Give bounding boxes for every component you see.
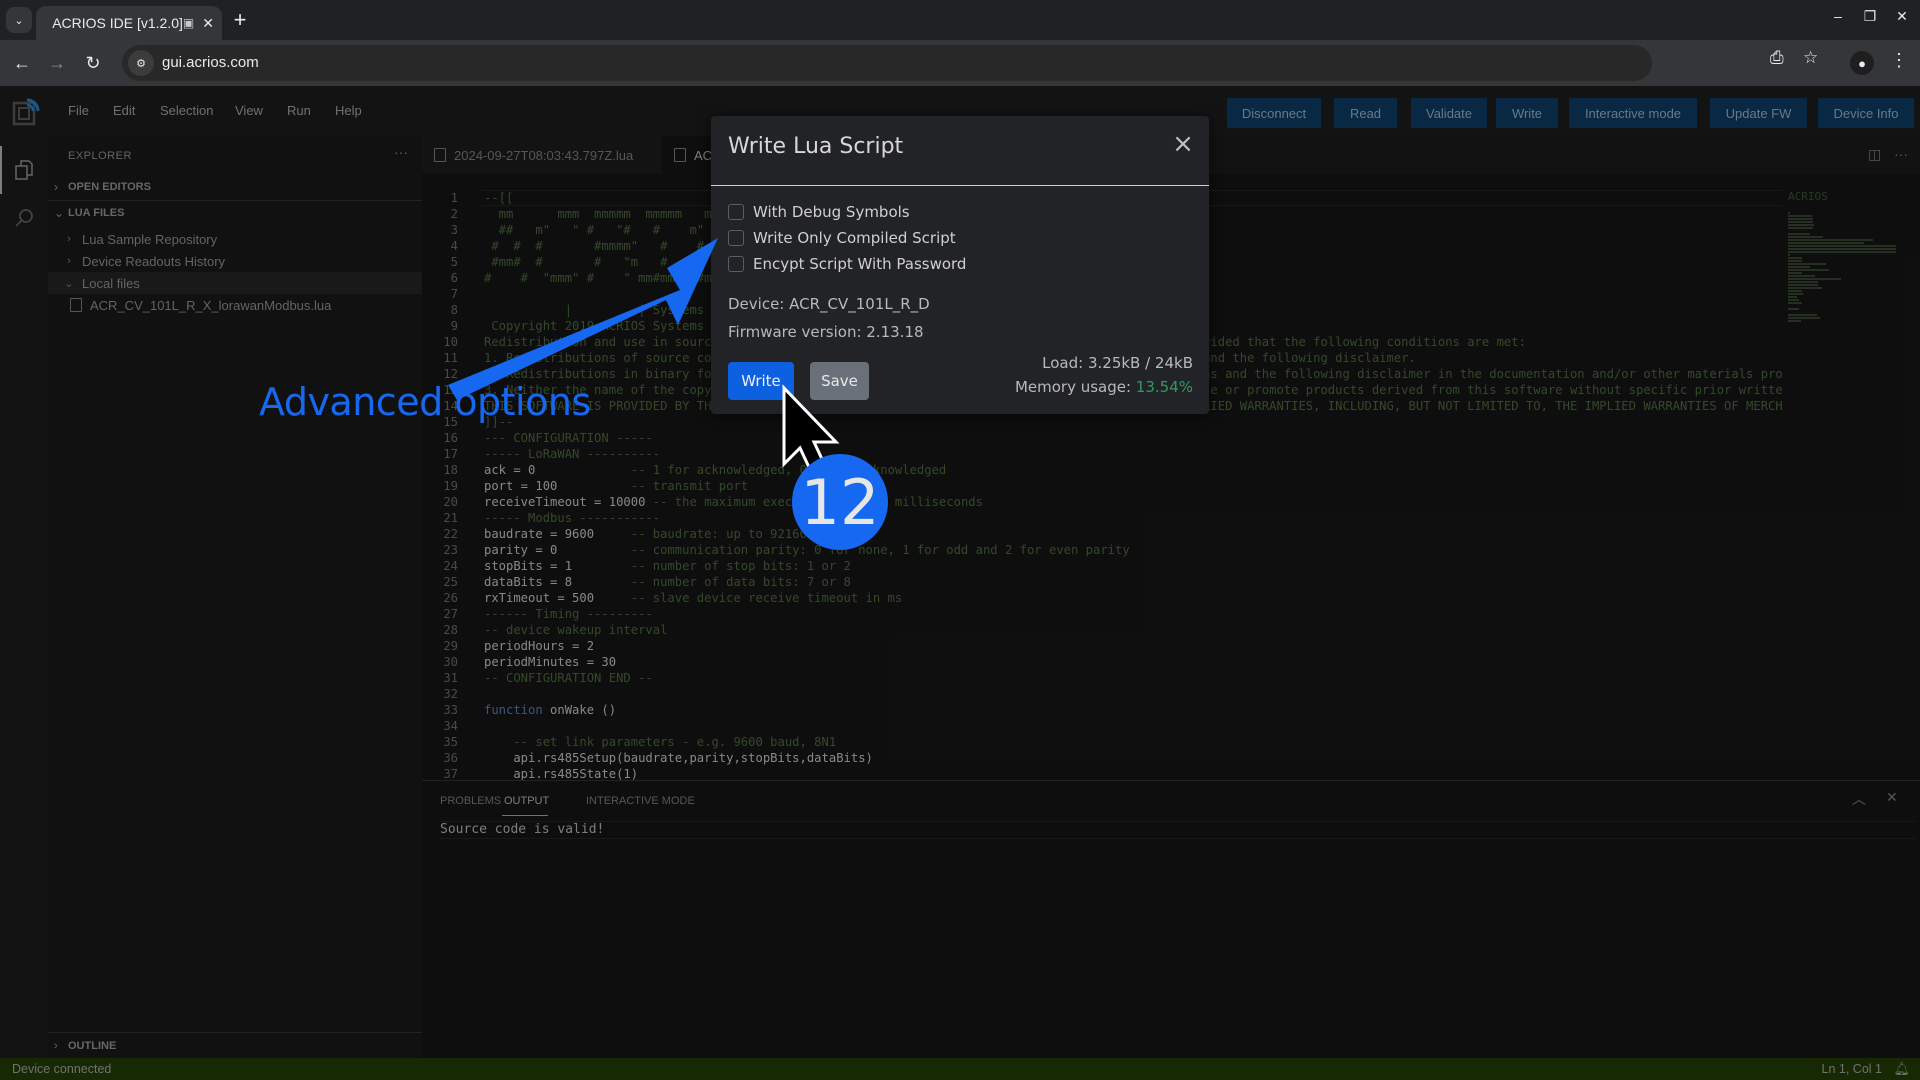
- forward-icon[interactable]: →: [44, 50, 70, 76]
- url-text[interactable]: gui.acrios.com: [162, 54, 259, 71]
- bookmark-star-icon[interactable]: ☆: [1803, 48, 1818, 68]
- device-info: Device: ACR_CV_101L_R_D: [728, 295, 930, 313]
- option-label: With Debug Symbols: [753, 203, 910, 221]
- close-icon[interactable]: ×: [1169, 130, 1197, 158]
- tab-title: ACRIOS IDE [v1.2.0]: [52, 15, 183, 31]
- profile-icon[interactable]: ●: [1850, 51, 1874, 75]
- option-label: Encypt Script With Password: [753, 255, 967, 273]
- address-bar[interactable]: ⚙ gui.acrios.com: [122, 45, 1652, 81]
- dialog-divider: [711, 185, 1209, 186]
- site-info-icon[interactable]: ⚙: [128, 50, 154, 76]
- menu-kebab-icon[interactable]: ⋮: [1890, 50, 1908, 71]
- browser-tab[interactable]: ACRIOS IDE [v1.2.0] ▣ ✕: [36, 6, 222, 40]
- write-lua-script-dialog: Write Lua Script × With Debug Symbols Wr…: [711, 116, 1209, 414]
- minimize-icon[interactable]: –: [1826, 8, 1850, 24]
- firmware-version: Firmware version: 2.13.18: [728, 323, 924, 341]
- dialog-write-button[interactable]: Write: [728, 362, 794, 400]
- dialog-save-button[interactable]: Save: [810, 362, 869, 400]
- annotation-label: Advanced options: [259, 380, 591, 424]
- close-window-icon[interactable]: ✕: [1890, 8, 1914, 25]
- load-info: Load: 3.25kB / 24kB: [1042, 354, 1193, 372]
- encrypt-checkbox[interactable]: [728, 256, 744, 272]
- close-tab-icon[interactable]: ✕: [202, 15, 214, 32]
- new-tab-icon[interactable]: +: [226, 6, 254, 34]
- memory-usage: Memory usage: 13.54%: [1015, 378, 1193, 396]
- browser-toolbar: ← → ↻ ⚙ gui.acrios.com ⎙ ☆ ● ⋮: [0, 40, 1920, 86]
- back-icon[interactable]: ←: [9, 50, 35, 76]
- encrypt-option[interactable]: Encypt Script With Password: [728, 254, 966, 274]
- step-number-badge: 12: [792, 454, 888, 550]
- media-icon[interactable]: ▣: [183, 16, 194, 30]
- tab-search-icon[interactable]: ⌄: [6, 7, 32, 33]
- reload-icon[interactable]: ↻: [80, 50, 106, 76]
- debug-symbols-checkbox[interactable]: [728, 204, 744, 220]
- compiled-only-option[interactable]: Write Only Compiled Script: [728, 228, 956, 248]
- browser-tabstrip: ⌄ ACRIOS IDE [v1.2.0] ▣ ✕ + – ❐ ✕: [0, 0, 1920, 40]
- dialog-title: Write Lua Script: [728, 134, 904, 159]
- compiled-only-checkbox[interactable]: [728, 230, 744, 246]
- install-app-icon[interactable]: ⎙: [1770, 48, 1784, 68]
- restore-icon[interactable]: ❐: [1858, 8, 1882, 25]
- memory-label: Memory usage:: [1014, 378, 1136, 396]
- memory-percent: 13.54%: [1135, 378, 1193, 396]
- debug-symbols-option[interactable]: With Debug Symbols: [728, 202, 910, 222]
- option-label: Write Only Compiled Script: [753, 229, 956, 247]
